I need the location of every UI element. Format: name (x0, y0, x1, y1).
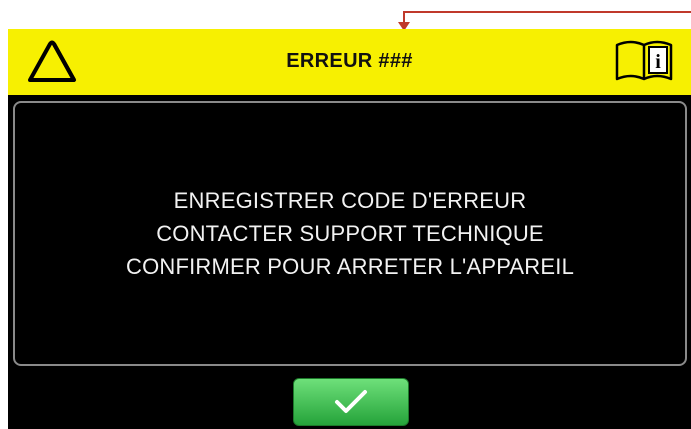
checkmark-icon (335, 390, 367, 413)
svg-text:i: i (655, 51, 661, 73)
message-line-2: CONTACTER SUPPORT TECHNIQUE (156, 221, 544, 246)
confirm-button[interactable] (293, 378, 409, 426)
device-screen: ERREUR ### i ENREGISTRER CODE D'ERREUR C… (8, 29, 691, 429)
message-line-1: ENREGISTRER CODE D'ERREUR (173, 188, 527, 213)
page-title: ERREUR ### (286, 50, 413, 72)
message-panel: ENREGISTRER CODE D'ERREUR CONTACTER SUPP… (13, 101, 687, 366)
callout-line (403, 11, 691, 13)
header-bar: ERREUR ### i (8, 29, 691, 95)
message-line-3: CONFIRMER POUR ARRETER L'APPAREIL (125, 254, 575, 279)
manual-info-icon[interactable]: i (613, 37, 675, 83)
